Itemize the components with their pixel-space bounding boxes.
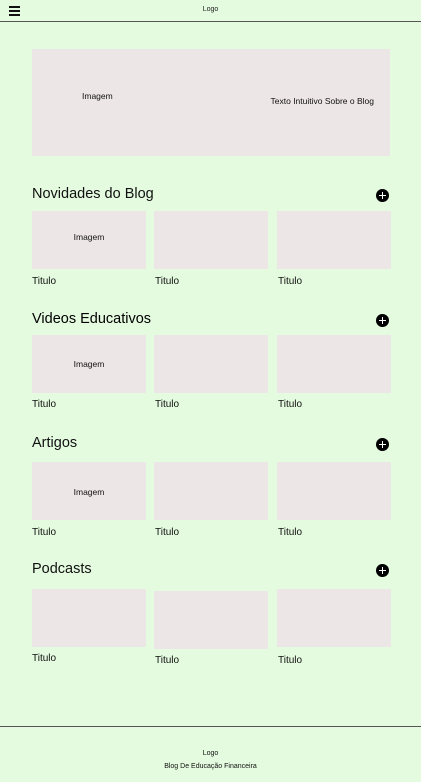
card-title[interactable]: Titulo bbox=[155, 655, 179, 666]
card-title[interactable]: Titulo bbox=[278, 276, 302, 287]
section-title-novidades: Novidades do Blog bbox=[32, 186, 154, 202]
card-title[interactable]: Titulo bbox=[155, 399, 179, 410]
card-image[interactable] bbox=[154, 211, 268, 269]
footer-blog-name: Blog De Educação Financeira bbox=[164, 763, 257, 770]
card-image[interactable] bbox=[277, 211, 391, 269]
card-title[interactable]: Titulo bbox=[278, 527, 302, 538]
card-image-label: Imagem bbox=[73, 359, 105, 369]
card-image[interactable] bbox=[154, 335, 268, 393]
card-image[interactable] bbox=[32, 589, 146, 647]
card-image-label: Imagem bbox=[73, 487, 105, 497]
card-image[interactable]: Imagem bbox=[32, 335, 146, 393]
plus-circle-icon[interactable] bbox=[376, 564, 389, 577]
card-title[interactable]: Titulo bbox=[32, 653, 56, 664]
card-image[interactable]: Imagem bbox=[32, 211, 146, 269]
card-image[interactable] bbox=[277, 462, 391, 520]
section-title-videos: Videos Educativos bbox=[32, 311, 152, 327]
card-image[interactable] bbox=[154, 462, 268, 520]
plus-circle-icon[interactable] bbox=[376, 314, 389, 327]
footer-logo[interactable]: Logo bbox=[0, 750, 421, 757]
card-title[interactable]: Titulo bbox=[155, 276, 179, 287]
card-title[interactable]: Titulo bbox=[278, 655, 302, 666]
section-title-podcasts: Podcasts bbox=[32, 561, 92, 577]
section-title-artigos: Artigos bbox=[32, 435, 78, 451]
card-image[interactable] bbox=[277, 335, 391, 393]
header-logo[interactable]: Logo bbox=[0, 6, 421, 13]
plus-circle-icon[interactable] bbox=[376, 438, 389, 451]
card-title[interactable]: Titulo bbox=[32, 276, 56, 287]
card-title[interactable]: Titulo bbox=[155, 527, 179, 538]
hero-banner: Imagem Texto Intuitivo Sobre o Blog bbox=[32, 49, 390, 156]
hero-text: Texto Intuitivo Sobre o Blog bbox=[270, 96, 374, 106]
top-bar: Logo bbox=[0, 0, 421, 22]
card-title[interactable]: Titulo bbox=[32, 527, 56, 538]
plus-circle-icon[interactable] bbox=[376, 189, 389, 202]
card-title[interactable]: Titulo bbox=[32, 399, 56, 410]
card-image[interactable]: Imagem bbox=[32, 462, 146, 520]
hero-image-placeholder-label: Imagem bbox=[82, 91, 113, 101]
footer: Logo Blog De Educação Financeira bbox=[0, 726, 421, 782]
card-image-label: Imagem bbox=[73, 232, 105, 242]
card-title[interactable]: Titulo bbox=[278, 399, 302, 410]
card-image[interactable] bbox=[154, 591, 268, 649]
card-image[interactable] bbox=[277, 589, 391, 647]
